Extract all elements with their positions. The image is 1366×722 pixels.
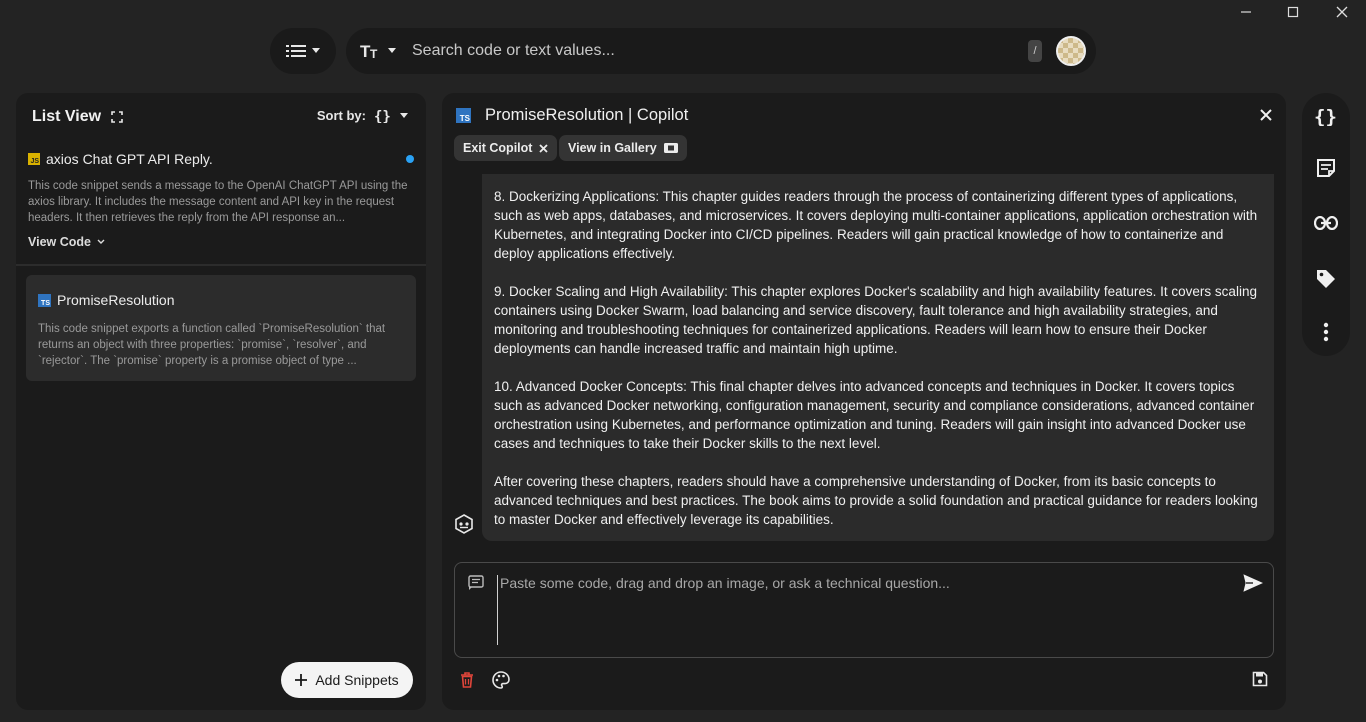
code-braces-button[interactable]: {}	[1302, 101, 1350, 131]
exit-copilot-button[interactable]: Exit Copilot	[454, 135, 558, 161]
send-icon[interactable]	[1243, 574, 1263, 592]
link-button[interactable]	[1302, 208, 1350, 238]
chat-icon	[468, 575, 484, 591]
text-mode-toggle[interactable]: TT	[360, 42, 412, 60]
chat-input[interactable]	[497, 575, 1227, 645]
view-code-toggle[interactable]: View Code	[28, 235, 414, 249]
list-view-header: List View	[32, 108, 123, 126]
message-paragraph: 10. Advanced Docker Concepts: This final…	[494, 379, 1255, 451]
more-vertical-icon	[1323, 322, 1329, 342]
sort-control[interactable]: Sort by: {}	[317, 108, 408, 123]
notes-button[interactable]	[1302, 153, 1350, 183]
window-close-button[interactable]	[1318, 0, 1366, 24]
typescript-icon: TS	[38, 293, 51, 307]
snippet-title: axios Chat GPT API Reply.	[46, 151, 213, 167]
message-paragraph: 9. Docker Scaling and High Availability:…	[494, 284, 1257, 356]
plus-icon	[295, 674, 308, 686]
copilot-bot-icon	[454, 514, 474, 534]
copilot-panel: TS PromiseResolution | Copilot Exit Copi…	[442, 93, 1286, 710]
more-options-button[interactable]	[1302, 317, 1350, 347]
snippet-description: This code snippet sends a message to the…	[28, 180, 408, 224]
unread-indicator	[406, 155, 414, 163]
svg-text:{}: {}	[374, 109, 391, 123]
minimize-icon	[1240, 6, 1252, 18]
notes-icon	[1316, 158, 1336, 178]
chat-composer	[454, 562, 1274, 658]
javascript-icon: JS	[28, 153, 40, 165]
code-braces-icon: {}	[1314, 106, 1338, 126]
exit-copilot-label: Exit Copilot	[463, 141, 533, 155]
close-icon	[1336, 6, 1348, 18]
view-code-label: View Code	[28, 235, 91, 249]
link-icon	[1314, 216, 1338, 230]
maximize-icon	[1287, 6, 1299, 18]
snippet-title: PromiseResolution	[57, 292, 175, 308]
list-icon	[286, 43, 306, 59]
chevron-down-icon	[97, 239, 105, 245]
delete-icon[interactable]	[460, 672, 474, 688]
shortcut-key-badge: /	[1028, 40, 1042, 62]
message-paragraph: 8. Dockerizing Applications: This chapte…	[494, 189, 1258, 261]
divider	[16, 264, 426, 266]
view-in-gallery-label: View in Gallery	[568, 141, 657, 155]
close-copilot-button[interactable]	[1256, 105, 1276, 125]
right-rail: {}	[1302, 93, 1350, 356]
tag-icon	[1315, 268, 1337, 290]
chevron-down-icon	[400, 112, 408, 119]
list-menu-button[interactable]	[270, 28, 336, 74]
chevron-down-icon	[312, 48, 320, 54]
avatar[interactable]	[1056, 36, 1086, 66]
search-bar: TT /	[346, 28, 1096, 74]
add-snippets-label: Add Snippets	[315, 672, 399, 688]
close-icon	[1260, 109, 1272, 121]
view-in-gallery-button[interactable]: View in Gallery	[559, 135, 687, 161]
expand-icon[interactable]	[111, 111, 123, 123]
page-title: PromiseResolution | Copilot	[485, 106, 689, 124]
panel-title: List View	[32, 108, 102, 125]
minimize-button[interactable]	[1222, 0, 1270, 24]
gallery-icon	[663, 143, 678, 153]
search-input[interactable]	[412, 42, 1028, 60]
snippet-card-selected[interactable]: TS PromiseResolution This code snippet e…	[26, 275, 416, 381]
snippet-card[interactable]: JS axios Chat GPT API Reply. This code s…	[28, 151, 414, 249]
close-icon	[539, 143, 549, 153]
typescript-icon: TS	[456, 108, 471, 123]
snippet-description: This code snippet exports a function cal…	[38, 323, 386, 367]
svg-text:T: T	[370, 47, 378, 60]
code-braces-icon: {}	[374, 109, 392, 123]
chevron-down-icon	[388, 48, 396, 54]
sort-label: Sort by:	[316, 108, 366, 123]
add-snippets-button[interactable]: Add Snippets	[281, 662, 413, 698]
composer-toolbar	[460, 671, 510, 689]
text-format-icon: TT	[360, 42, 382, 60]
maximize-button[interactable]	[1269, 0, 1317, 24]
assistant-message: 8. Dockerizing Applications: This chapte…	[482, 174, 1274, 541]
palette-icon[interactable]	[492, 671, 510, 689]
copilot-header: TS PromiseResolution | Copilot	[456, 106, 688, 125]
save-icon[interactable]	[1252, 671, 1268, 687]
tag-button[interactable]	[1302, 264, 1350, 294]
message-paragraph: After covering these chapters, readers s…	[494, 474, 1258, 527]
svg-text:{}: {}	[1314, 106, 1337, 126]
list-view-panel: List View Sort by: {} JS axios Chat GPT …	[16, 93, 426, 710]
